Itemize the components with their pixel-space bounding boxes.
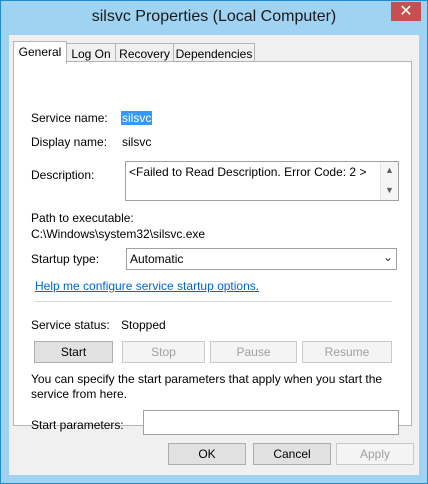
startup-type-label: Startup type:	[31, 252, 100, 266]
dialog-client: General Log On Recovery Dependencies Ser…	[9, 35, 419, 475]
tab-general-label: General	[18, 45, 62, 59]
description-scrollbar[interactable]: ▲ ▼	[380, 162, 398, 200]
description-text: <Failed to Read Description. Error Code:…	[129, 165, 367, 179]
tab-log-on-label: Log On	[71, 47, 111, 61]
description-field[interactable]: <Failed to Read Description. Error Code:…	[125, 161, 399, 201]
display-name-label: Display name:	[31, 135, 108, 149]
startup-type-select[interactable]: Automatic ⌄	[126, 248, 397, 270]
start-parameters-input[interactable]	[143, 410, 399, 435]
service-status-value: Stopped	[121, 318, 166, 332]
apply-button[interactable]: Apply	[336, 443, 414, 465]
service-name-selected-text: silsvc	[121, 111, 153, 125]
title-bar[interactable]: silsvc Properties (Local Computer) ✕	[1, 1, 427, 35]
general-tab-panel: Service name: silsvc Display name: silsv…	[13, 61, 412, 435]
tab-general[interactable]: General	[13, 41, 67, 64]
chevron-down-icon: ⌄	[382, 250, 393, 264]
close-button[interactable]: ✕	[391, 2, 421, 21]
scroll-down-icon[interactable]: ▼	[381, 182, 398, 199]
start-button[interactable]: Start	[34, 341, 113, 363]
service-name-value[interactable]: silsvc	[121, 111, 153, 125]
tab-recovery-label: Recovery	[119, 47, 170, 61]
help-configure-link[interactable]: Help me configure service startup option…	[35, 279, 259, 293]
startup-type-value: Automatic	[130, 252, 184, 266]
pause-button[interactable]: Pause	[210, 341, 297, 363]
scroll-up-icon[interactable]: ▲	[381, 162, 398, 179]
stop-button[interactable]: Stop	[122, 341, 205, 363]
description-label: Description:	[31, 168, 95, 182]
display-name-value[interactable]: silsvc	[122, 135, 151, 149]
cancel-button[interactable]: Cancel	[253, 443, 331, 465]
service-name-label: Service name:	[31, 111, 108, 125]
properties-window: silsvc Properties (Local Computer) ✕ Gen…	[0, 0, 428, 484]
window-title: silsvc Properties (Local Computer)	[91, 8, 337, 25]
start-parameters-info: You can specify the start parameters tha…	[31, 372, 383, 401]
tab-dependencies-label: Dependencies	[175, 47, 253, 61]
section-divider	[35, 301, 392, 302]
start-parameters-label: Start parameters:	[31, 418, 124, 432]
path-value: C:\Windows\system32\silsvc.exe	[31, 227, 206, 241]
resume-button[interactable]: Resume	[302, 341, 392, 363]
service-status-label: Service status:	[31, 318, 110, 332]
ok-button[interactable]: OK	[168, 443, 246, 465]
path-label: Path to executable:	[31, 211, 134, 225]
close-icon: ✕	[399, 3, 413, 20]
